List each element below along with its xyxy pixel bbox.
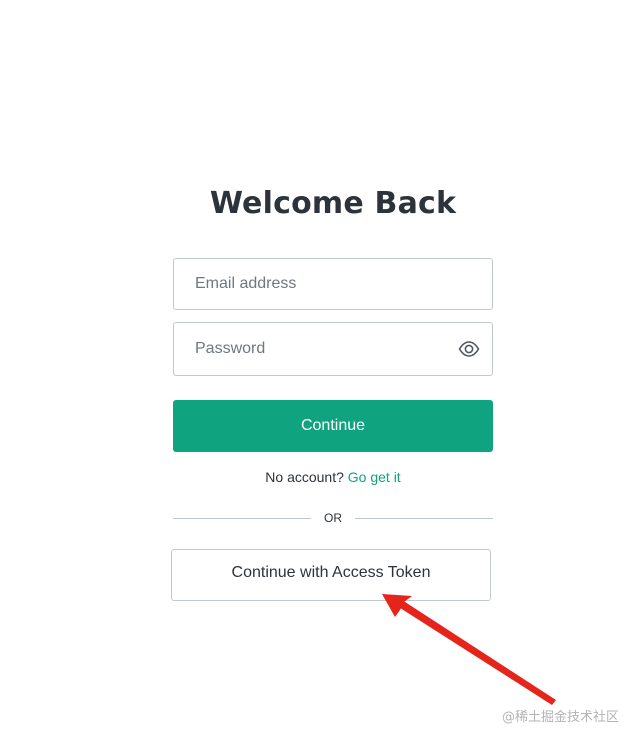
password-field[interactable]: [173, 322, 493, 376]
email-field[interactable]: [173, 258, 493, 310]
page-title: Welcome Back: [209, 186, 457, 221]
divider-or: OR: [324, 511, 342, 525]
divider-right: [355, 518, 493, 519]
divider-left: [173, 518, 311, 519]
signup-prompt-text: No account?: [265, 469, 344, 485]
watermark: @稀土掘金技术社区: [501, 710, 619, 725]
eye-icon[interactable]: [458, 339, 480, 359]
access-token-button[interactable]: Continue with Access Token: [171, 549, 491, 601]
signup-prompt: No account? Go get it: [173, 469, 493, 485]
email-input[interactable]: [174, 259, 492, 309]
continue-button[interactable]: Continue: [173, 400, 493, 452]
signup-link[interactable]: Go get it: [348, 469, 401, 485]
password-input[interactable]: [174, 323, 492, 375]
